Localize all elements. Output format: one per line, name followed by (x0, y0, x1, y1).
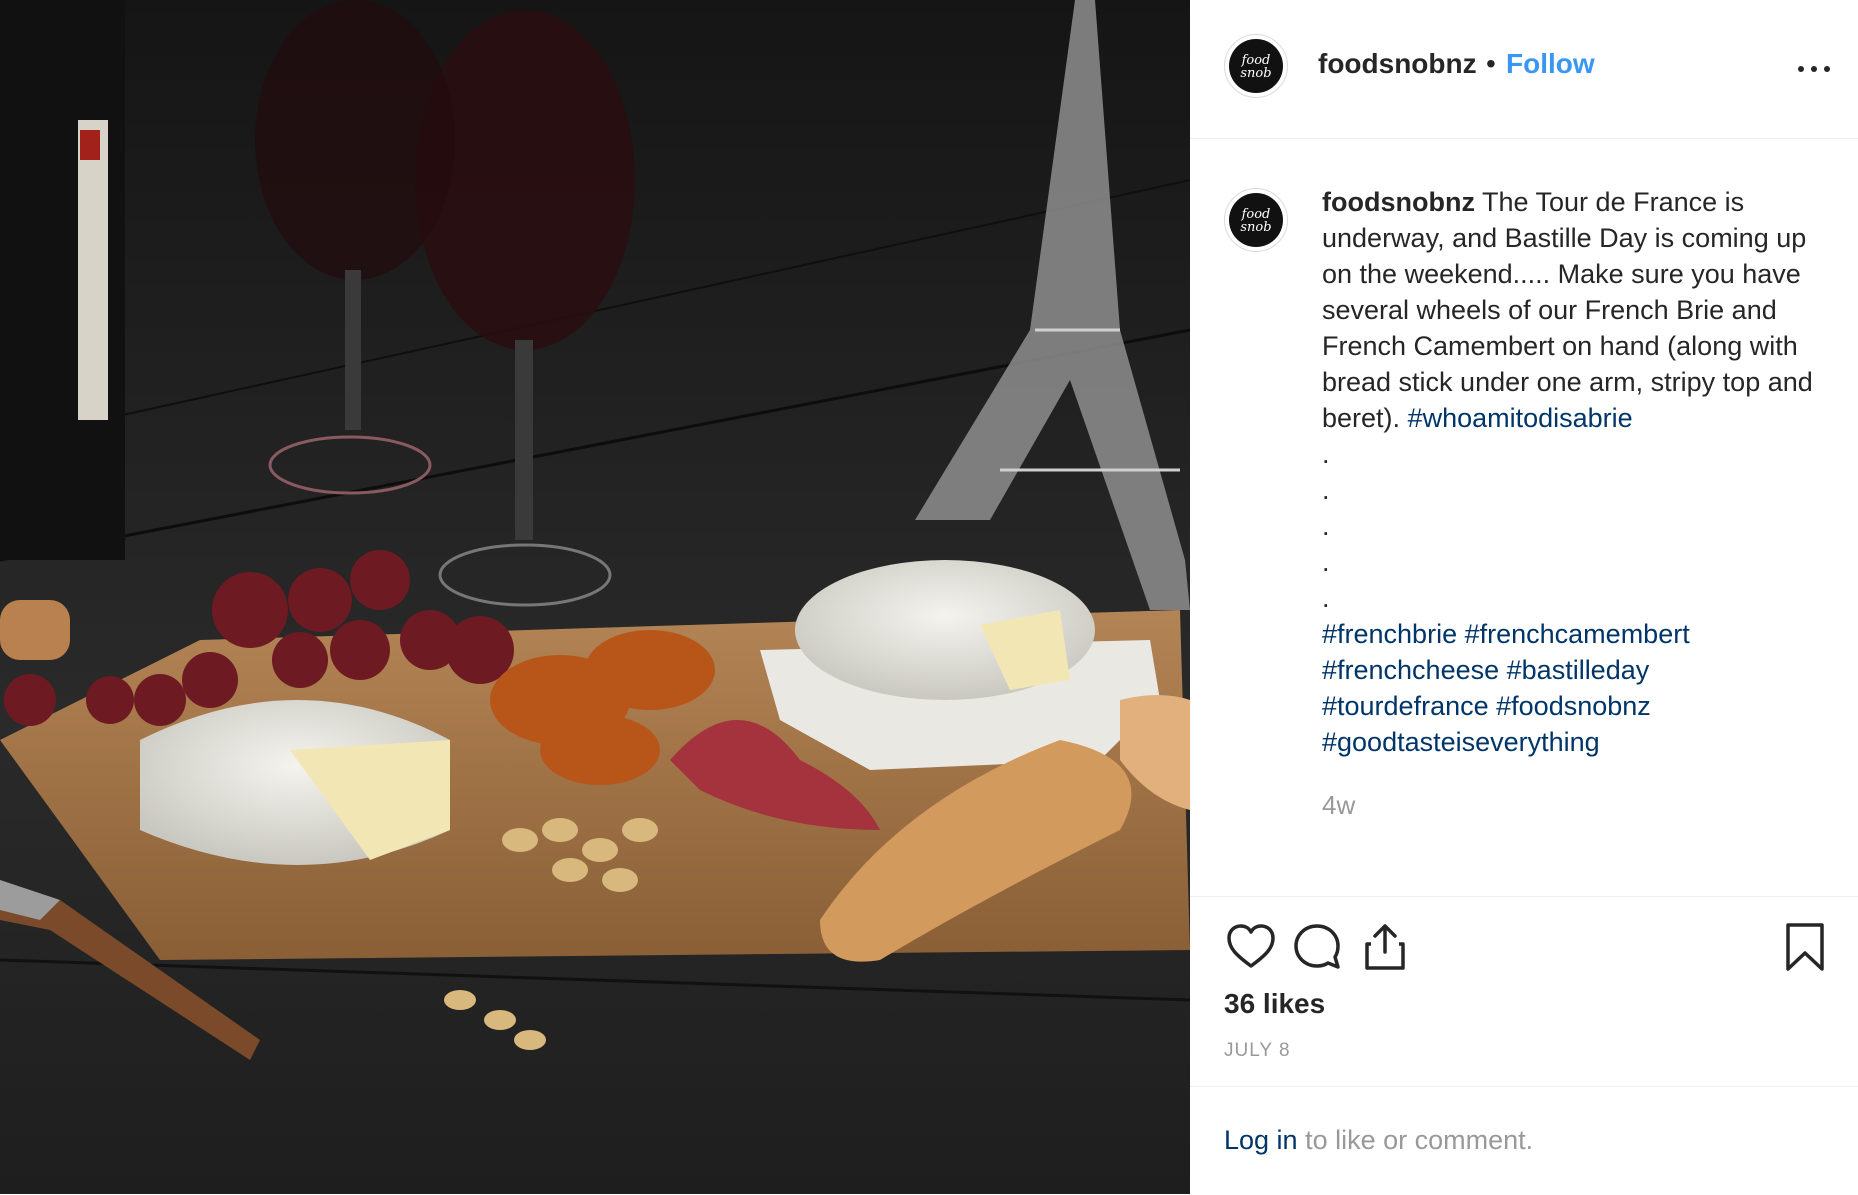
hashtag-link[interactable]: #tourdefrance (1322, 691, 1489, 721)
post-date[interactable]: JULY 8 (1224, 1040, 1291, 1062)
login-prompt: Log in to like or comment. (1224, 1125, 1533, 1156)
caption-dot: . (1322, 511, 1330, 541)
header-separator: • (1486, 48, 1496, 79)
foodsnob-logo-icon: food snob (1229, 193, 1283, 247)
caption-dot: . (1322, 547, 1330, 577)
hashtag-link[interactable]: #frenchcamembert (1465, 619, 1690, 649)
caption-dots: . . . . . (1322, 436, 1832, 616)
header-username[interactable]: foodsnobnz (1318, 48, 1477, 80)
comments-section: food snob foodsnobnz The Tour de France … (1190, 138, 1858, 897)
post-actions (1190, 896, 1858, 996)
caption-dot: . (1322, 439, 1330, 469)
login-link[interactable]: Log in (1224, 1125, 1298, 1155)
caption-avatar[interactable]: food snob (1224, 188, 1288, 252)
heart-icon[interactable] (1224, 920, 1278, 974)
foodsnob-logo-icon: food snob (1229, 39, 1283, 93)
comment-icon[interactable] (1290, 920, 1344, 974)
bookmark-icon[interactable] (1778, 920, 1832, 974)
post-photo[interactable] (0, 0, 1190, 1194)
cheese-board-photo (0, 0, 1190, 1194)
caption-username[interactable]: foodsnobnz (1322, 187, 1475, 217)
svg-text:snob: snob (1240, 220, 1271, 235)
caption-dot: . (1322, 583, 1330, 613)
avatar[interactable]: food snob (1224, 34, 1288, 98)
caption-text: The Tour de France is underway, and Bast… (1322, 187, 1813, 433)
follow-button[interactable]: Follow (1506, 48, 1595, 80)
post-side-panel: food snob foodsnobnz • Follow food snob … (1190, 0, 1858, 1194)
post-caption: foodsnobnz The Tour de France is underwa… (1322, 184, 1832, 760)
login-bar: Log in to like or comment. (1190, 1086, 1858, 1195)
more-options-icon[interactable] (1794, 50, 1834, 86)
post-header: food snob foodsnobnz • Follow (1190, 0, 1858, 139)
caption-hashtag[interactable]: #whoamitodisabrie (1408, 403, 1633, 433)
likes-count[interactable]: 36 likes (1224, 988, 1325, 1020)
hashtag-link[interactable]: #bastilleday (1507, 655, 1650, 685)
hashtag-link[interactable]: #goodtasteiseverything (1322, 727, 1600, 757)
hashtag-list: #frenchbrie #frenchcamembert #frenchchee… (1322, 616, 1832, 760)
share-icon[interactable] (1358, 920, 1412, 974)
hashtag-link[interactable]: #foodsnobnz (1496, 691, 1651, 721)
post-time-ago[interactable]: 4w (1322, 790, 1355, 821)
svg-text:snob: snob (1240, 66, 1271, 81)
hashtag-link[interactable]: #frenchcheese (1322, 655, 1499, 685)
login-prompt-text: to like or comment. (1297, 1125, 1534, 1155)
caption-dot: . (1322, 475, 1330, 505)
hashtag-link[interactable]: #frenchbrie (1322, 619, 1457, 649)
